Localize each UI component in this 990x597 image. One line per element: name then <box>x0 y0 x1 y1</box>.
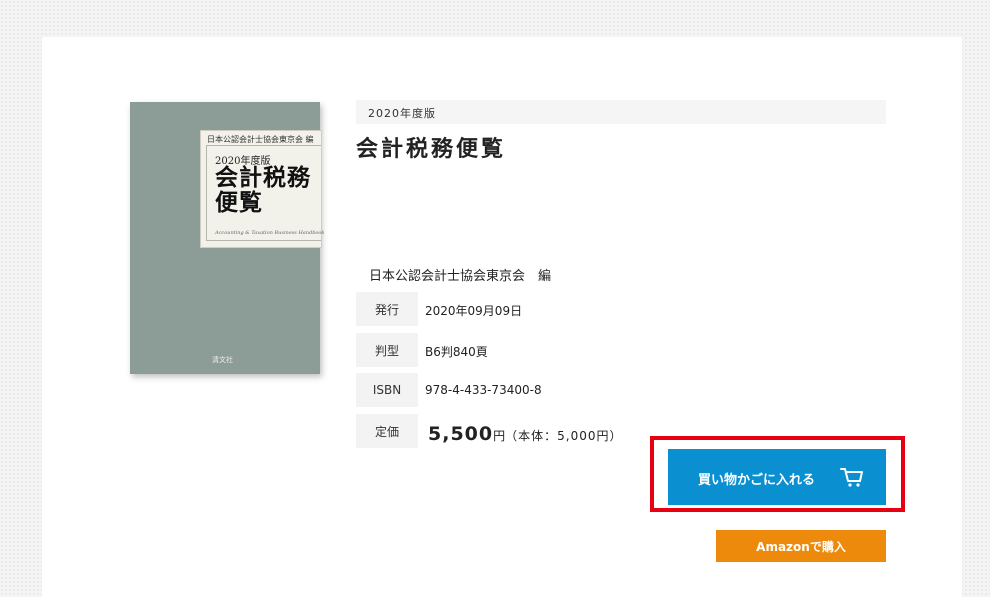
add-to-cart-label: 買い物かごに入れる <box>698 473 816 488</box>
isbn-value: 978-4-433-73400-8 <box>425 383 542 397</box>
cover-publisher: 清文社 <box>212 356 233 364</box>
format-label: 判型 <box>356 333 418 367</box>
cart-icon <box>840 468 863 487</box>
book-title: 会計税務便覧 <box>356 137 507 162</box>
cover-title-frame: 2020年度版 会計税務便覧 Accounting & Taxation Bus… <box>206 145 325 241</box>
publish-date-label: 発行 <box>356 292 418 326</box>
book-cover-image[interactable]: 日本公認会計士協会東京会 編 2020年度版 会計税務便覧 Accounting… <box>130 102 325 374</box>
publish-date-value: 2020年09月09日 <box>425 304 523 318</box>
price-yen: 円 <box>493 429 506 443</box>
price-amount: 5,500 <box>428 423 494 445</box>
price-tax-note: （本体：5,000円） <box>505 429 623 443</box>
cover-title: 会計税務便覧 <box>215 164 311 216</box>
cover-editor-line: 日本公認会計士協会東京会 編 <box>207 135 314 144</box>
price: 5,500円（本体：5,000円） <box>428 423 622 445</box>
cover-title-panel: 日本公認会計士協会東京会 編 2020年度版 会計税務便覧 Accounting… <box>200 130 325 248</box>
product-card: 日本公認会計士協会東京会 編 2020年度版 会計税務便覧 Accounting… <box>42 37 962 597</box>
format-value: B6判840頁 <box>425 345 488 359</box>
isbn-label: ISBN <box>356 373 418 407</box>
add-to-cart-button[interactable]: 買い物かごに入れる <box>668 449 886 505</box>
cover-subtitle: Accounting & Taxation Business Handbook <box>215 230 325 236</box>
author: 日本公認会計士協会東京会 編 <box>369 269 552 284</box>
edition-label: 2020年度版 <box>368 107 436 120</box>
price-label: 定価 <box>356 414 418 448</box>
amazon-buy-button[interactable]: Amazonで購入 <box>716 530 886 562</box>
edition-bar: 2020年度版 <box>356 100 886 124</box>
